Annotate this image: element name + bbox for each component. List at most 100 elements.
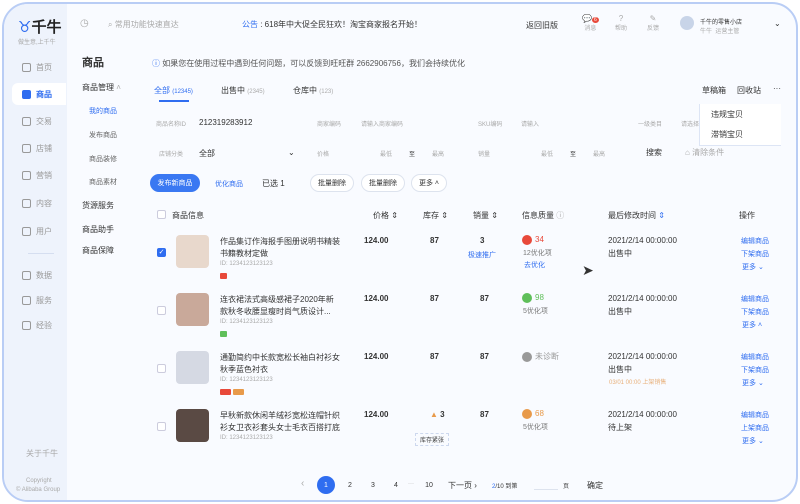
header-stock[interactable]: 库存 ⇕ <box>423 210 448 221</box>
subnav-item-supply[interactable]: 货源服务 <box>82 200 114 211</box>
edit-goods-link[interactable]: 编辑商品 <box>741 294 769 304</box>
promote-link[interactable]: 极速推广 <box>468 250 496 260</box>
page-1[interactable]: 1 <box>317 476 335 494</box>
row-checkbox[interactable]: ✓ <box>157 248 166 257</box>
confirm-page-button[interactable]: 确定 <box>587 480 603 491</box>
row-checkbox[interactable] <box>157 422 166 431</box>
messages-button[interactable]: 💬 6 消息 <box>582 14 599 32</box>
sales-min-input[interactable]: 最低 <box>541 149 553 158</box>
product-title[interactable]: 连衣裙法式高级感裙子2020年新 <box>220 294 334 305</box>
search-box[interactable]: ⌕ 常用功能快速直达 <box>108 19 179 30</box>
tab-on-sale[interactable]: 出售中 (2345) <box>221 85 265 96</box>
edit-goods-link[interactable]: 编辑商品 <box>741 352 769 362</box>
sidebar-item-marketing[interactable]: 营销 <box>12 164 66 186</box>
info-icon[interactable]: ⓘ <box>556 211 564 220</box>
toggle-listing-link[interactable]: 下架商品 <box>741 307 769 317</box>
more-ops-link[interactable]: 更多 ⌄ <box>742 378 764 388</box>
subnav-item-material[interactable]: 商品素材 <box>89 177 117 187</box>
row-checkbox[interactable] <box>157 306 166 315</box>
sidebar-item-users[interactable]: 用户 <box>12 220 66 242</box>
next-page-button[interactable]: 下一页 › <box>448 480 477 491</box>
page-2[interactable]: 2 <box>341 476 359 494</box>
product-thumbnail[interactable] <box>176 351 209 384</box>
subnav-item-decoration[interactable]: 商品装修 <box>89 154 117 164</box>
more-ops-link[interactable]: 更多 ˄ <box>742 320 762 330</box>
subnav-group-goods-management[interactable]: 商品管理 ˄ <box>82 82 121 93</box>
subnav-item-assistant[interactable]: 商品助手 <box>82 224 114 235</box>
help-button[interactable]: ? 帮助 <box>615 14 627 32</box>
product-thumbnail[interactable] <box>176 235 209 268</box>
select-all-checkbox[interactable] <box>157 210 166 219</box>
product-title[interactable]: 作品集订作海报手图册说明书精装 <box>220 236 340 247</box>
sku-input[interactable]: 请输入 <box>521 119 539 128</box>
draft-box-link[interactable]: 草稿箱 <box>702 85 726 96</box>
header-sales[interactable]: 销量 ⇕ <box>473 210 498 221</box>
product-thumbnail[interactable] <box>176 409 209 442</box>
sidebar-item-goods[interactable]: 商品 <box>12 83 66 105</box>
product-title-line2[interactable]: 秋季蓝色衬衣 <box>220 364 268 375</box>
shop-category-select[interactable]: 全部 <box>199 148 215 159</box>
toggle-listing-link[interactable]: 下架商品 <box>741 365 769 375</box>
header-price[interactable]: 价格 ⇕ <box>373 210 398 221</box>
sidebar-item-content[interactable]: 内容 <box>12 192 66 214</box>
product-thumbnail[interactable] <box>176 293 209 326</box>
go-optimize-link[interactable]: 去优化 <box>524 260 545 270</box>
product-title-line2[interactable]: 款秋冬收腰显瘦时尚气质设计... <box>220 306 331 317</box>
sidebar-item-trade[interactable]: 交易 <box>12 110 66 132</box>
copyright: Copyright <box>26 478 52 484</box>
avatar[interactable] <box>680 16 694 30</box>
page-3[interactable]: 3 <box>364 476 382 494</box>
more-ops-link[interactable]: 更多 ⌄ <box>742 262 764 272</box>
chevron-down-icon[interactable]: ⌄ <box>288 148 295 157</box>
category-select[interactable]: 请选择 <box>681 119 699 128</box>
header-modified-time[interactable]: 最后修改时间 ⇕ <box>608 210 665 221</box>
row-checkbox[interactable] <box>157 364 166 373</box>
more-icon[interactable]: ··· <box>773 84 781 93</box>
sidebar-item-home[interactable]: 首页 <box>12 56 66 78</box>
product-title[interactable]: 通勤简约中长款宽松长袖白衬衫女 <box>220 352 340 363</box>
dropdown-item-unsold[interactable]: 滞销宝贝 <box>711 129 743 140</box>
announcement[interactable]: 公告 : 618年中大促全民狂欢！淘宝商家报名开始！ <box>242 19 422 30</box>
edit-goods-link[interactable]: 编辑商品 <box>741 236 769 246</box>
about-link[interactable]: 关于千牛 <box>26 448 58 459</box>
old-version-link[interactable]: 返回旧版 <box>526 20 558 31</box>
recycle-bin-link[interactable]: 回收站 <box>737 85 761 96</box>
edit-goods-link[interactable]: 编辑商品 <box>741 410 769 420</box>
page-10[interactable]: 10 <box>420 476 438 494</box>
sales-max-input[interactable]: 最高 <box>593 149 605 158</box>
more-ops-link[interactable]: 更多 ⌄ <box>742 436 764 446</box>
sidebar-item-shop[interactable]: 店铺 <box>12 137 66 159</box>
merchant-code-input[interactable]: 请输入商家编码 <box>361 119 403 128</box>
prev-page-icon[interactable]: ‹ <box>301 478 304 489</box>
toggle-listing-link[interactable]: 上架商品 <box>741 423 769 433</box>
publish-goods-button[interactable]: 发布新商品 <box>150 174 200 192</box>
feedback-button[interactable]: ✎ 反馈 <box>647 14 659 32</box>
history-icon[interactable]: ◷ <box>80 18 89 29</box>
tab-all[interactable]: 全部 (12345) <box>154 85 193 96</box>
batch-delete-button-2[interactable]: 批量删除 <box>361 174 405 192</box>
account-chevron-down-icon[interactable]: ⌄ <box>774 19 781 28</box>
sidebar-item-data[interactable]: 数据 <box>12 264 66 286</box>
more-actions-button[interactable]: 更多 ˄ <box>411 174 447 192</box>
subnav-item-publish[interactable]: 发布商品 <box>89 130 117 140</box>
subnav-item-guarantee[interactable]: 商品保障 <box>82 245 114 256</box>
page-4[interactable]: 4 <box>387 476 405 494</box>
toggle-listing-link[interactable]: 下架商品 <box>741 249 769 259</box>
name-id-input[interactable]: 212319283912 <box>199 118 252 127</box>
batch-delete-button[interactable]: 批量删除 <box>310 174 354 192</box>
product-title-line2[interactable]: 衫女卫衣衫套头女士毛衣百搭打底 <box>220 422 340 433</box>
search-button[interactable]: 搜索 <box>646 147 662 158</box>
goto-page-input[interactable] <box>534 478 558 490</box>
price-max-input[interactable]: 最高 <box>432 149 444 158</box>
sidebar-item-experience[interactable]: 经验 <box>12 314 66 336</box>
tab-warehouse[interactable]: 仓库中 (123) <box>293 85 333 96</box>
product-title[interactable]: 早秋新款休闲羊绒衫宽松连帽针织 <box>220 410 340 421</box>
product-title-line2[interactable]: 书籍教材定做 <box>220 248 268 259</box>
sidebar-item-service[interactable]: 服务 <box>12 289 66 311</box>
search-input[interactable]: 常用功能快速直达 <box>115 20 179 29</box>
dropdown-item-violation[interactable]: 违规宝贝 <box>711 109 743 120</box>
optimize-goods-link[interactable]: 优化商品 <box>215 179 243 189</box>
clear-filters-button[interactable]: ⌂ 清除条件 <box>685 147 724 158</box>
subnav-item-my-goods[interactable]: 我的商品 <box>89 106 117 116</box>
price-min-input[interactable]: 最低 <box>380 149 392 158</box>
